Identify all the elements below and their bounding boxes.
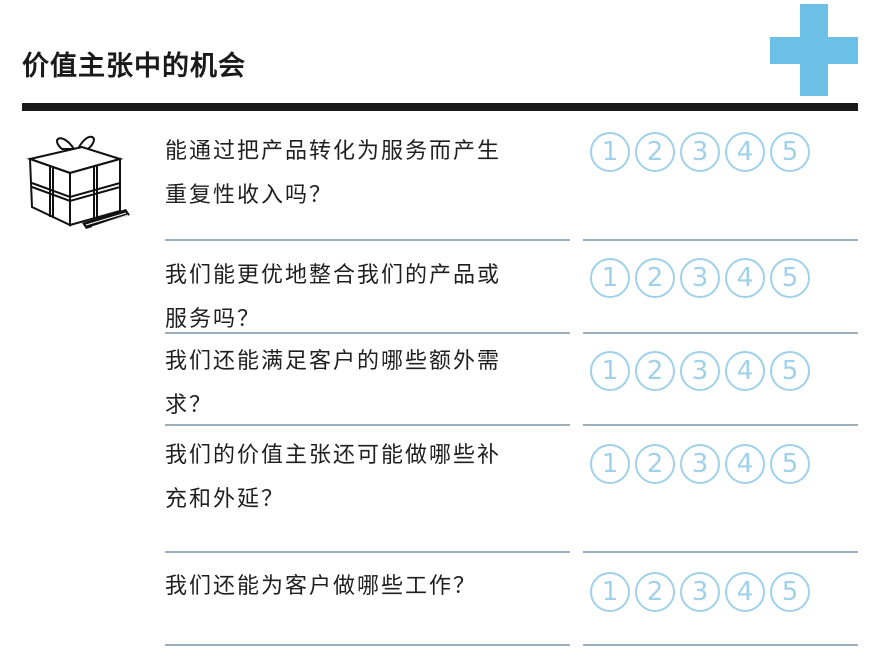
- rating-option[interactable]: 5: [770, 351, 810, 391]
- row-divider: [583, 239, 858, 241]
- row-divider: [165, 551, 570, 553]
- row-divider: [583, 551, 858, 553]
- row-divider: [583, 332, 858, 334]
- rating-option[interactable]: 3: [680, 444, 720, 484]
- rating-option[interactable]: 1: [590, 132, 630, 172]
- rating-group-4: 1 2 3 4 5: [590, 444, 810, 484]
- rating-option[interactable]: 4: [725, 132, 765, 172]
- rating-option[interactable]: 3: [680, 572, 720, 612]
- rating-option[interactable]: 2: [635, 351, 675, 391]
- row-divider: [165, 332, 570, 334]
- rating-option[interactable]: 2: [635, 572, 675, 612]
- question-1: 能通过把产品转化为服务而产生 重复性收入吗？: [165, 130, 575, 218]
- question-text: 重复性收入吗？: [165, 183, 334, 208]
- rating-option[interactable]: 2: [635, 444, 675, 484]
- row-divider: [165, 424, 570, 426]
- question-text: 能通过把产品转化为服务而产生: [165, 139, 502, 164]
- rating-option[interactable]: 1: [590, 258, 630, 298]
- rating-group-3: 1 2 3 4 5: [590, 351, 810, 391]
- rating-option[interactable]: 2: [635, 132, 675, 172]
- plus-icon: [770, 4, 858, 96]
- rating-option[interactable]: 5: [770, 444, 810, 484]
- rating-option[interactable]: 4: [725, 351, 765, 391]
- row-divider: [165, 239, 570, 241]
- rating-option[interactable]: 1: [590, 572, 630, 612]
- page-title: 价值主张中的机会: [22, 51, 246, 82]
- rating-option[interactable]: 4: [725, 444, 765, 484]
- row-divider: [583, 424, 858, 426]
- rating-option[interactable]: 5: [770, 132, 810, 172]
- question-5: 我们还能为客户做哪些工作？: [165, 565, 575, 609]
- rating-group-1: 1 2 3 4 5: [590, 132, 810, 172]
- rating-option[interactable]: 5: [770, 572, 810, 612]
- question-text: 我们还能为客户做哪些工作？: [165, 574, 478, 599]
- question-text: 我们的价值主张还可能做哪些补: [165, 443, 502, 468]
- question-text: 充和外延？: [165, 487, 286, 512]
- rating-option[interactable]: 4: [725, 258, 765, 298]
- gift-box-icon: [26, 136, 130, 229]
- question-text: 我们能更优地整合我们的产品或: [165, 263, 502, 288]
- rating-group-5: 1 2 3 4 5: [590, 572, 810, 612]
- rating-option[interactable]: 2: [635, 258, 675, 298]
- rating-option[interactable]: 3: [680, 258, 720, 298]
- header-divider: [22, 103, 858, 111]
- rating-option[interactable]: 3: [680, 351, 720, 391]
- question-2: 我们能更优地整合我们的产品或 服务吗？: [165, 254, 575, 342]
- row-divider: [165, 644, 570, 646]
- question-text: 服务吗？: [165, 307, 262, 332]
- question-text: 求？: [165, 393, 214, 418]
- question-3: 我们还能满足客户的哪些额外需 求？: [165, 340, 575, 428]
- question-text: 我们还能满足客户的哪些额外需: [165, 349, 502, 374]
- rating-option[interactable]: 3: [680, 132, 720, 172]
- rating-option[interactable]: 4: [725, 572, 765, 612]
- rating-option[interactable]: 1: [590, 444, 630, 484]
- rating-group-2: 1 2 3 4 5: [590, 258, 810, 298]
- row-divider: [583, 644, 858, 646]
- question-4: 我们的价值主张还可能做哪些补 充和外延？: [165, 434, 575, 522]
- rating-option[interactable]: 5: [770, 258, 810, 298]
- rating-option[interactable]: 1: [590, 351, 630, 391]
